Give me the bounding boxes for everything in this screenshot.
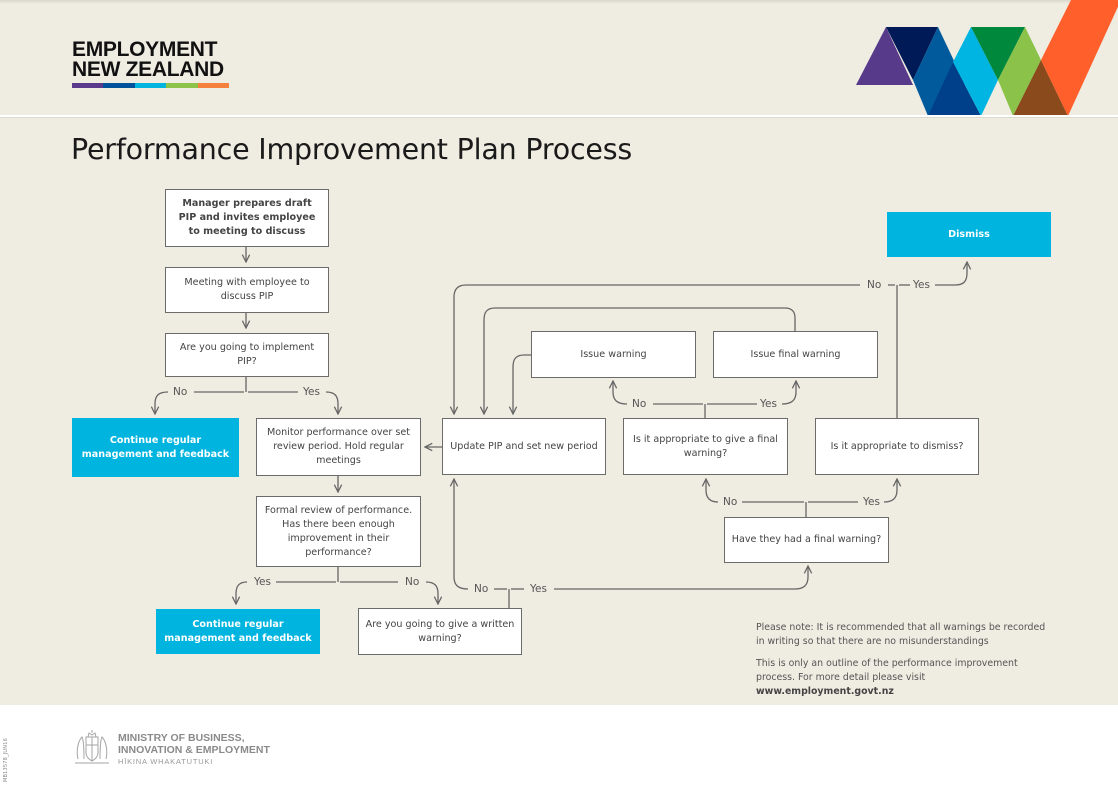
logo-line-2: NEW ZEALAND [72, 58, 224, 81]
label-review-no: No [402, 576, 423, 588]
logo-bar-segment [72, 83, 104, 88]
node-monitor: Monitor performance over set review peri… [256, 418, 421, 476]
node-had-final-warning-question: Have they had a final warning? [724, 517, 889, 563]
node-issue-final-warning: Issue final warning [713, 331, 878, 378]
header-separator [0, 115, 1118, 118]
label-written-yes: Yes [527, 583, 550, 595]
node-formal-review: Formal review of performance. Has there … [256, 496, 421, 567]
connector-written-yes-arrow [554, 566, 808, 590]
mbie-logo[interactable]: MINISTRY OF BUSINESS, INNOVATION & EMPLO… [118, 732, 270, 766]
node-final-warning-question: Is it appropriate to give a final warnin… [623, 418, 788, 475]
nz-coat-of-arms-icon [75, 730, 109, 764]
connector-review-yes-arrow [236, 581, 248, 604]
logo-line-1: EMPLOYMENT [72, 38, 218, 61]
node-dismiss: Dismiss [887, 212, 1051, 257]
node-meeting: Meeting with employee to discuss PIP [165, 267, 329, 313]
node-prepare-pip: Manager prepares draft PIP and invites e… [165, 189, 329, 247]
node-implement-question: Are you going to implement PIP? [165, 333, 329, 377]
connector-implement-yes-arrow [325, 391, 338, 414]
label-hadfinal-no: No [720, 496, 741, 508]
connector-implement-no-arrow [155, 391, 169, 414]
label-implement-yes: Yes [300, 386, 323, 398]
note-outline: This is only an outline of the performan… [756, 657, 1056, 699]
ministry-line-1: MINISTRY OF BUSINESS, [118, 732, 245, 744]
label-written-no: No [471, 583, 492, 595]
connector-written-no-arrow [454, 479, 469, 590]
label-dismissq-no: No [864, 279, 885, 291]
node-continue-1: Continue regular management and feedback [72, 418, 239, 477]
logo-bar-segment [197, 83, 230, 88]
note-outline-text: This is only an outline of the performan… [756, 658, 1018, 683]
logo-bar-segment [134, 83, 167, 88]
label-implement-no: No [170, 386, 191, 398]
connector-hadfinal-no-arrow [706, 479, 719, 503]
brandmark-triangles-icon [856, 0, 1118, 116]
employment-nz-logo[interactable]: EMPLOYMENT NEW ZEALAND [72, 38, 230, 88]
page-title: Performance Improvement Plan Process [71, 133, 633, 166]
connector-hadfinal-yes-arrow [883, 479, 897, 503]
node-written-warning-question: Are you going to give a written warning? [358, 608, 522, 655]
note-warnings-recorded: Please note: It is recommended that all … [756, 622, 1046, 647]
label-review-yes: Yes [251, 576, 274, 588]
logo-bar-segment [103, 83, 135, 88]
connector-dismissq-yes-arrow [935, 262, 967, 286]
node-continue-2: Continue regular management and feedback [156, 609, 320, 654]
logo-bar-segment [166, 83, 198, 88]
logo-color-bar [72, 83, 230, 88]
node-issue-warning: Issue warning [531, 331, 696, 378]
node-dismiss-question: Is it appropriate to dismiss? [815, 418, 979, 475]
label-dismissq-yes: Yes [910, 279, 933, 291]
connector-warning-update [513, 354, 531, 414]
employment-website-link[interactable]: www.employment.govt.nz [756, 686, 894, 697]
node-update-pip: Update PIP and set new period [442, 418, 606, 475]
label-finalq-no: No [629, 398, 650, 410]
connector-finalq-no-arrow [613, 381, 628, 405]
ministry-line-3: HĪKINA WHAKATUTUKI [118, 757, 214, 766]
label-hadfinal-yes: Yes [860, 496, 883, 508]
label-finalq-yes: Yes [757, 398, 780, 410]
connector-review-no-arrow [425, 581, 438, 604]
document-code: MB13578_JUN16 [3, 738, 9, 782]
ministry-line-2: INNOVATION & EMPLOYMENT [118, 743, 270, 756]
connector-finalq-yes-arrow [781, 381, 796, 405]
